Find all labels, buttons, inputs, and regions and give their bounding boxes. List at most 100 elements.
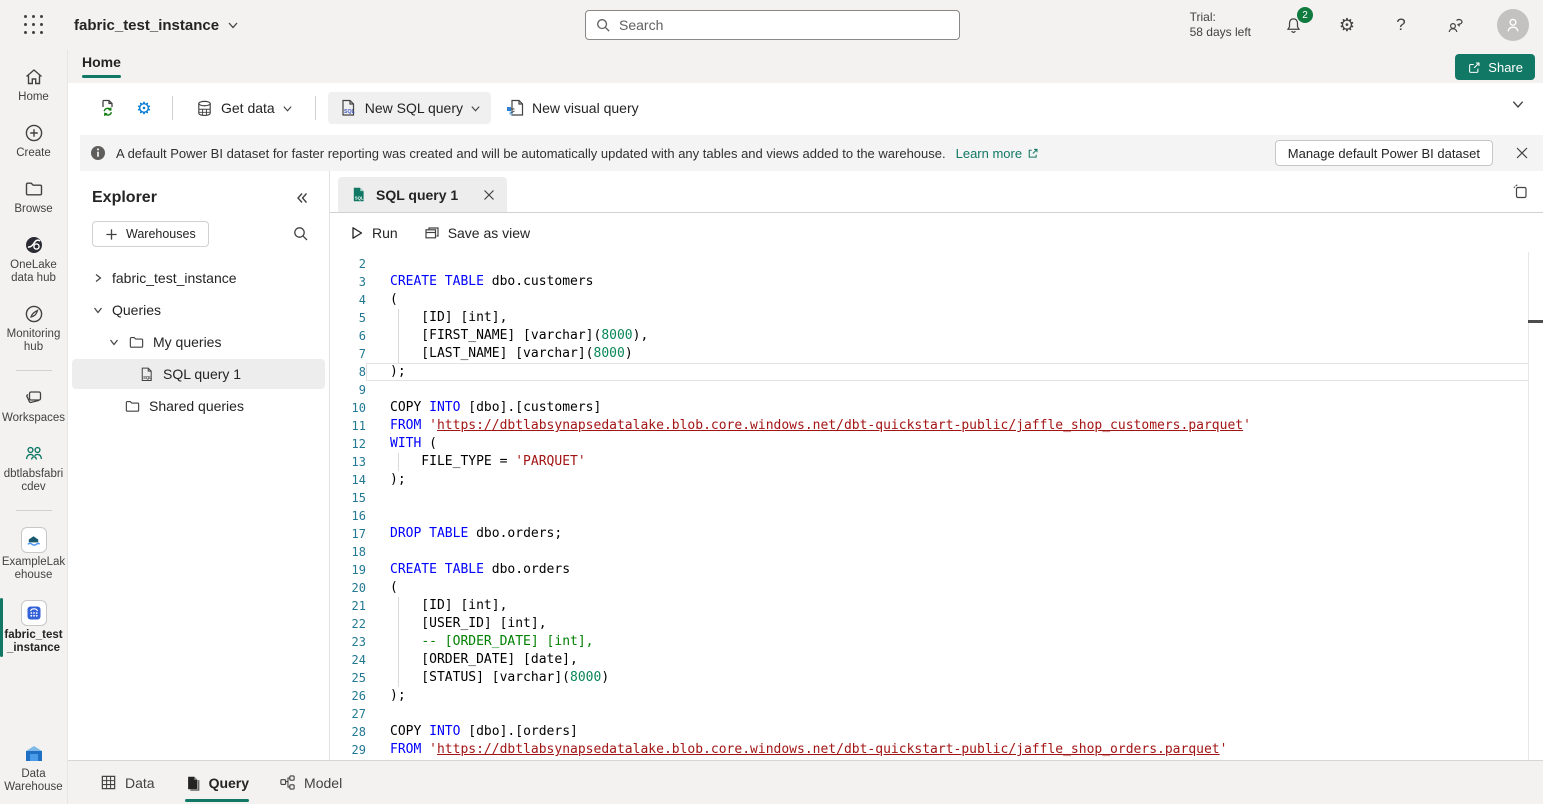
- code-line[interactable]: 25 [STATUS] [varchar](8000): [330, 669, 1543, 687]
- app-launcher-icon[interactable]: [24, 15, 44, 35]
- banner-close-button[interactable]: [1515, 146, 1529, 160]
- code-line[interactable]: 27: [330, 705, 1543, 723]
- person-icon: [1504, 16, 1522, 34]
- search-icon[interactable]: [293, 226, 309, 242]
- tree-item-sql-query-1[interactable]: SQL SQL query 1: [72, 359, 325, 389]
- query-doc-icon: [185, 775, 201, 791]
- run-button[interactable]: Run: [350, 225, 398, 241]
- collapse-ribbon-button[interactable]: [1511, 97, 1525, 111]
- line-number: 15: [330, 489, 366, 507]
- sql-editor[interactable]: 23CREATE TABLE dbo.customers4(5 [ID] [in…: [330, 252, 1543, 760]
- view-tab-query[interactable]: Query: [185, 761, 249, 805]
- search-input[interactable]: [619, 17, 949, 33]
- chevron-down-icon: [282, 103, 293, 114]
- code-line[interactable]: 20(: [330, 579, 1543, 597]
- code-line[interactable]: 23 -- [ORDER_DATE] [int],: [330, 633, 1543, 651]
- query-tab-sql-query-1[interactable]: SQL SQL query 1: [338, 177, 507, 212]
- copy-icon[interactable]: [1511, 183, 1529, 201]
- save-as-view-button[interactable]: Save as view: [424, 225, 530, 241]
- line-number: 29: [330, 741, 366, 759]
- feedback-button[interactable]: [1443, 13, 1467, 37]
- collapse-panel-icon[interactable]: [295, 191, 309, 205]
- nav-item-examplelakehouse[interactable]: ExampleLakehouse: [0, 521, 68, 588]
- code-line[interactable]: 26);: [330, 687, 1543, 705]
- nav-data-warehouse[interactable]: Data Warehouse: [0, 737, 68, 800]
- new-visual-query-button[interactable]: New visual query: [495, 92, 649, 124]
- code-line[interactable]: 16: [330, 507, 1543, 525]
- share-button[interactable]: Share: [1455, 54, 1535, 80]
- get-data-button[interactable]: Get data: [185, 92, 303, 124]
- view-tab-model[interactable]: Model: [279, 761, 342, 805]
- code-line[interactable]: 28COPY INTO [dbo].[orders]: [330, 723, 1543, 741]
- code-line[interactable]: 17DROP TABLE dbo.orders;: [330, 525, 1543, 543]
- code-line[interactable]: 21 [ID] [int],: [330, 597, 1543, 615]
- help-button[interactable]: ?: [1389, 13, 1413, 37]
- nav-workspaces[interactable]: Workspaces: [0, 381, 68, 431]
- code-line[interactable]: 6 [FIRST_NAME] [varchar](8000),: [330, 327, 1543, 345]
- workspace-title-dropdown[interactable]: fabric_test_instance: [74, 17, 239, 34]
- code-line[interactable]: 13 FILE_TYPE = 'PARQUET': [330, 453, 1543, 471]
- code-line[interactable]: 7 [LAST_NAME] [varchar](8000): [330, 345, 1543, 363]
- code-line[interactable]: 22 [USER_ID] [int],: [330, 615, 1543, 633]
- external-link-icon: [1026, 147, 1039, 160]
- code-line[interactable]: 14);: [330, 471, 1543, 489]
- data-warehouse-icon: [22, 743, 46, 765]
- help-icon: ?: [1396, 15, 1405, 35]
- tree-item-shared-queries[interactable]: Shared queries: [72, 391, 325, 421]
- toolbar-divider: [315, 96, 316, 120]
- new-sql-query-button[interactable]: SQL New SQL query: [328, 92, 491, 124]
- code-line[interactable]: 24 [ORDER_DATE] [date],: [330, 651, 1543, 669]
- code-text: );: [366, 687, 1529, 705]
- code-text: WITH (: [366, 435, 1529, 453]
- nav-home[interactable]: Home: [0, 60, 68, 110]
- chevron-down-icon: [470, 103, 481, 114]
- tree-item-warehouse[interactable]: fabric_test_instance: [72, 263, 325, 293]
- code-line[interactable]: 8);: [330, 363, 1543, 381]
- code-line[interactable]: 4(: [330, 291, 1543, 309]
- code-text: [LAST_NAME] [varchar](8000): [366, 345, 1529, 363]
- refresh-file-button[interactable]: [92, 92, 124, 124]
- code-line[interactable]: 15: [330, 489, 1543, 507]
- settings-button[interactable]: ⚙: [1335, 13, 1359, 37]
- visual-query-icon: [505, 98, 525, 118]
- code-text: [366, 489, 1529, 507]
- tree-item-my-queries[interactable]: My queries: [72, 327, 325, 357]
- scrollbar[interactable]: [1528, 252, 1529, 760]
- nav-create[interactable]: Create: [0, 116, 68, 166]
- code-line[interactable]: 5 [ID] [int],: [330, 309, 1543, 327]
- code-line[interactable]: 11FROM 'https://dbtlabsynapsedatalake.bl…: [330, 417, 1543, 435]
- code-line[interactable]: 12WITH (: [330, 435, 1543, 453]
- nav-item-fabric-test-instance[interactable]: fabric_test_instance: [0, 594, 68, 661]
- close-tab-button[interactable]: [483, 189, 495, 201]
- code-line[interactable]: 19CREATE TABLE dbo.orders: [330, 561, 1543, 579]
- manage-default-dataset-button[interactable]: Manage default Power BI dataset: [1275, 140, 1493, 166]
- learn-more-link[interactable]: Learn more: [956, 146, 1039, 161]
- code-line[interactable]: 29FROM 'https://dbtlabsynapsedatalake.bl…: [330, 741, 1543, 759]
- notifications-button[interactable]: 2: [1281, 13, 1305, 37]
- code-line[interactable]: 10COPY INTO [dbo].[customers]: [330, 399, 1543, 417]
- nav-workspace-dbtlabsfabricdev[interactable]: dbtlabsfabricdev: [0, 437, 68, 500]
- code-text: FROM 'https://dbtlabsynapsedatalake.blob…: [366, 417, 1529, 435]
- query-settings-button[interactable]: ⚙: [128, 92, 160, 124]
- left-nav-rail: Home Create Browse OneLake data hub Moni…: [0, 50, 68, 804]
- query-action-bar: Run Save as view: [330, 213, 1543, 252]
- nav-onelake-data-hub[interactable]: OneLake data hub: [0, 228, 68, 291]
- ribbon-toolbar: ⚙ Get data SQL New SQL query New visual …: [68, 83, 1543, 133]
- top-header: fabric_test_instance Trial: 58 days left…: [0, 0, 1543, 50]
- nav-browse[interactable]: Browse: [0, 172, 68, 222]
- line-number: 16: [330, 507, 366, 525]
- bottom-view-switcher: Data Query Model: [68, 760, 1543, 804]
- line-number: 2: [330, 255, 366, 273]
- code-line[interactable]: 9: [330, 381, 1543, 399]
- tab-home[interactable]: Home: [82, 54, 121, 78]
- code-line[interactable]: 3CREATE TABLE dbo.customers: [330, 273, 1543, 291]
- tree-item-queries[interactable]: Queries: [72, 295, 325, 325]
- code-line[interactable]: 2: [330, 255, 1543, 273]
- account-avatar[interactable]: [1497, 9, 1529, 41]
- code-line[interactable]: 18: [330, 543, 1543, 561]
- new-warehouse-button[interactable]: Warehouses: [92, 221, 209, 247]
- chevron-down-icon: [1511, 97, 1525, 111]
- nav-monitoring-hub[interactable]: Monitoring hub: [0, 297, 68, 360]
- code-text: [STATUS] [varchar](8000): [366, 669, 1529, 687]
- view-tab-data[interactable]: Data: [100, 761, 155, 805]
